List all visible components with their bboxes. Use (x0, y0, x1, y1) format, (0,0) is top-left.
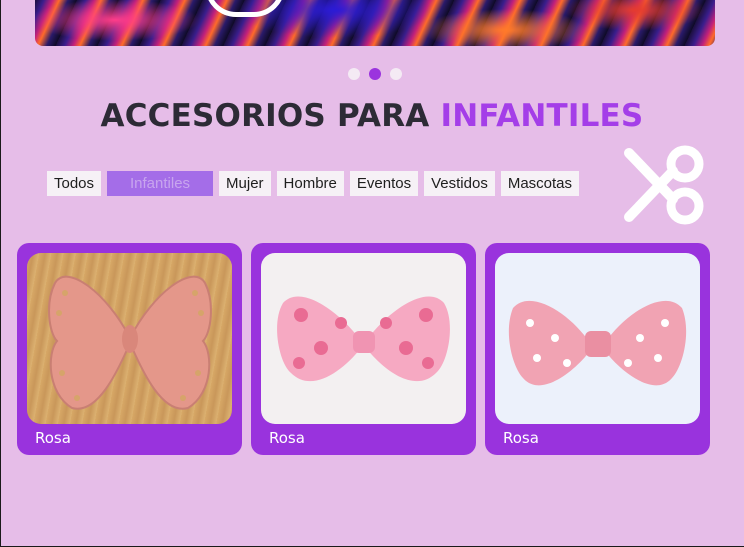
product-grid: Rosa Rosa Rosa (17, 243, 710, 455)
product-image-pink-polka-bow[interactable] (261, 253, 466, 424)
scissors-icon (624, 145, 704, 225)
filter-vestidos[interactable]: Vestidos (424, 171, 495, 196)
product-label: Rosa (503, 429, 539, 447)
carousel-dot-3[interactable] (390, 68, 402, 80)
filter-hombre[interactable]: Hombre (276, 171, 344, 196)
banner-logo-icon (205, 0, 285, 17)
carousel-dots (348, 68, 402, 80)
filter-mascotas[interactable]: Mascotas (500, 171, 580, 196)
filter-infantiles[interactable]: Infantiles (107, 171, 214, 196)
carousel-dot-2[interactable] (369, 68, 381, 80)
page-title: ACCESORIOS PARA INFANTILES (0, 98, 744, 134)
product-card[interactable]: Rosa (17, 243, 242, 455)
window-edge-left (0, 0, 1, 547)
hero-banner-image[interactable] (35, 0, 715, 46)
category-filter-bar: Todos Infantiles Mujer Hombre Eventos Ve… (47, 171, 580, 196)
product-label: Rosa (35, 429, 71, 447)
product-image-pink-dot-bow[interactable] (495, 253, 700, 424)
page-title-category: INFANTILES (440, 98, 644, 134)
product-card[interactable]: Rosa (251, 243, 476, 455)
page-title-main: ACCESORIOS PARA (100, 98, 430, 134)
product-card[interactable]: Rosa (485, 243, 710, 455)
product-label: Rosa (269, 429, 305, 447)
carousel-dot-1[interactable] (348, 68, 360, 80)
filter-mujer[interactable]: Mujer (219, 171, 271, 196)
filter-eventos[interactable]: Eventos (349, 171, 419, 196)
product-image-peach-bow[interactable] (27, 253, 232, 424)
filter-todos[interactable]: Todos (47, 171, 102, 196)
